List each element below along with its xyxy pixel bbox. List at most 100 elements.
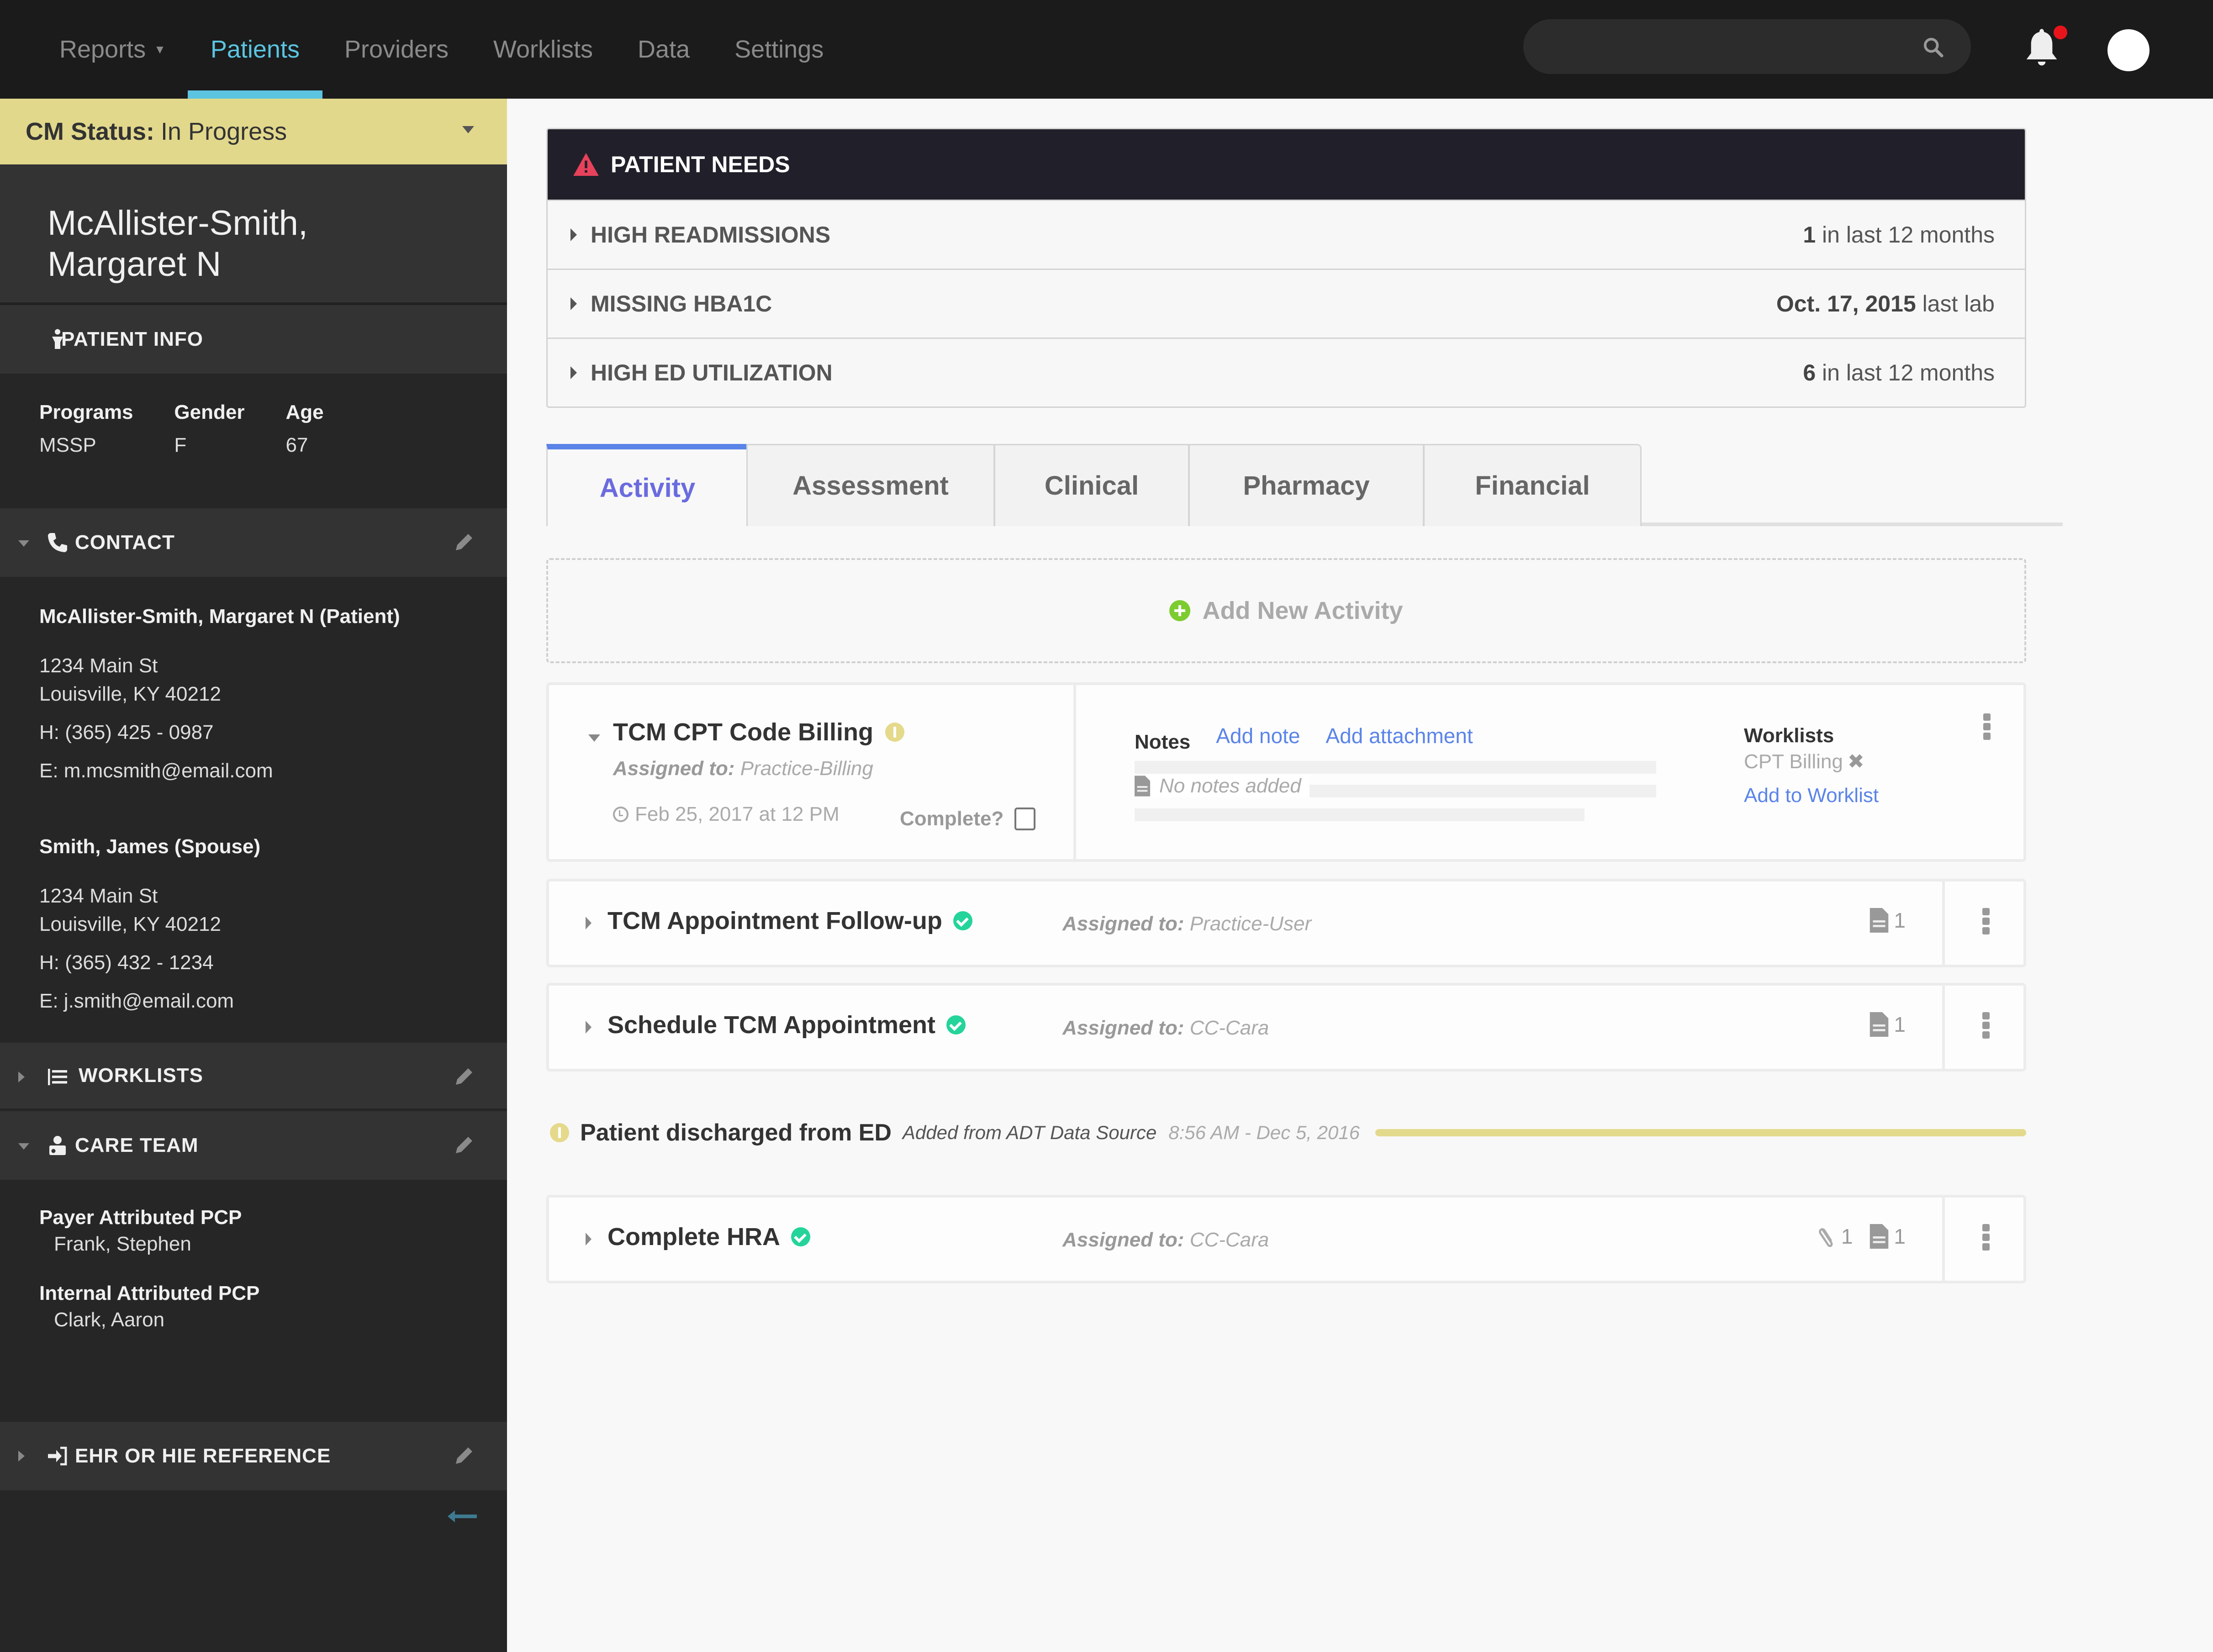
chevron-down-icon[interactable] bbox=[18, 540, 29, 547]
remove-x-icon[interactable]: ✖ bbox=[1848, 750, 1864, 773]
activity-row[interactable]: Schedule TCM Appointment Assigned to: CC… bbox=[546, 983, 2026, 1071]
clock-icon bbox=[613, 807, 629, 822]
programs-value: MSSP bbox=[39, 434, 96, 456]
add-attachment-link[interactable]: Add attachment bbox=[1326, 723, 1473, 748]
notes-count-value: 1 bbox=[1894, 908, 1906, 932]
worklist-tag: CPT Billing ✖ bbox=[1744, 750, 1879, 773]
cm-status-dropdown[interactable]: CM Status: In Progress bbox=[0, 99, 507, 164]
gender-field: Gender F bbox=[174, 401, 244, 508]
nav-providers[interactable]: Providers bbox=[344, 0, 449, 99]
contact-email: E: m.mcsmith@email.com bbox=[39, 760, 273, 782]
activity-title[interactable]: Schedule TCM Appointment bbox=[607, 1011, 966, 1039]
activity-assigned: Assigned to: CC-Cara bbox=[1062, 1017, 1269, 1040]
pencil-icon[interactable] bbox=[453, 1134, 475, 1156]
document-icon bbox=[1870, 908, 1889, 933]
more-options-icon[interactable] bbox=[1981, 1012, 1991, 1041]
nav-worklists[interactable]: Worklists bbox=[493, 0, 593, 99]
complete-checkbox[interactable] bbox=[1014, 808, 1036, 830]
patient-needs-title: PATIENT NEEDS bbox=[611, 152, 790, 177]
nav-data[interactable]: Data bbox=[638, 0, 690, 99]
worklists-label: Worklists bbox=[1744, 724, 1834, 747]
contact-body: McAllister-Smith, Margaret N (Patient) 1… bbox=[0, 577, 507, 1043]
worklists-header[interactable]: WORKLISTS bbox=[0, 1043, 507, 1111]
need-label: HIGH READMISSIONS bbox=[591, 222, 831, 248]
add-note-link[interactable]: Add note bbox=[1216, 723, 1300, 748]
patient-info-title: PATIENT INFO bbox=[61, 328, 204, 350]
tab-activity[interactable]: Activity bbox=[546, 444, 747, 526]
add-to-worklist-link[interactable]: Add to Worklist bbox=[1744, 784, 1879, 807]
search-icon[interactable] bbox=[1923, 37, 1944, 58]
attachments-count: 1 bbox=[1817, 1224, 1853, 1249]
activity-card-expanded: TCM CPT Code Billing Assigned to: Practi… bbox=[546, 682, 2026, 862]
add-new-activity-button[interactable]: Add New Activity bbox=[546, 558, 2026, 663]
main-nav: Reports ▼ Patients Providers Worklists D… bbox=[59, 0, 868, 99]
activity-assigned: Assigned to: Practice-User bbox=[1062, 913, 1311, 935]
need-row[interactable]: HIGH READMISSIONS 1 in last 12 months bbox=[548, 200, 2025, 269]
collapse-sidebar-arrow-icon[interactable] bbox=[448, 1509, 477, 1523]
nav-settings[interactable]: Settings bbox=[734, 0, 824, 99]
chevron-right-icon[interactable] bbox=[586, 1021, 592, 1034]
tab-financial[interactable]: Financial bbox=[1423, 444, 1642, 526]
need-value: Oct. 17, 2015 last lab bbox=[1776, 290, 1995, 317]
nav-patients[interactable]: Patients bbox=[187, 0, 323, 99]
activity-worklists: Worklists CPT Billing ✖ Add to Worklist bbox=[1744, 724, 1879, 807]
chevron-down-icon[interactable] bbox=[588, 734, 600, 742]
search-input[interactable] bbox=[1523, 19, 1971, 74]
ehr-reference-header[interactable]: EHR OR HIE REFERENCE bbox=[0, 1422, 507, 1490]
tab-clinical[interactable]: Clinical bbox=[994, 444, 1189, 526]
warning-triangle-icon bbox=[573, 153, 599, 176]
nav-reports[interactable]: Reports ▼ bbox=[59, 0, 166, 99]
nav-settings-label: Settings bbox=[734, 36, 824, 63]
activity-title[interactable]: Complete HRA bbox=[607, 1223, 811, 1251]
need-value-bold: 6 bbox=[1803, 360, 1816, 385]
caret-down-icon bbox=[462, 126, 474, 133]
ehr-reference-title: EHR OR HIE REFERENCE bbox=[75, 1445, 331, 1467]
more-options-icon[interactable] bbox=[1981, 908, 1991, 937]
age-field: Age 67 bbox=[285, 401, 323, 508]
care-team-header[interactable]: CARE TEAM bbox=[0, 1111, 507, 1180]
notes-count: 1 bbox=[1869, 908, 1906, 933]
nav-reports-label: Reports bbox=[59, 36, 146, 63]
need-row[interactable]: MISSING HBA1C Oct. 17, 2015 last lab bbox=[548, 269, 2025, 338]
pencil-icon[interactable] bbox=[453, 531, 475, 553]
phone-icon bbox=[48, 533, 67, 552]
nav-patients-label: Patients bbox=[210, 36, 300, 63]
chevron-right-icon bbox=[570, 297, 577, 310]
chevron-right-icon[interactable] bbox=[18, 1451, 25, 1462]
patient-name: McAllister-Smith, Margaret N bbox=[0, 164, 507, 305]
worklists-title: WORKLISTS bbox=[79, 1064, 203, 1087]
complete-field: Complete? bbox=[900, 808, 1036, 830]
contact-header[interactable]: CONTACT bbox=[0, 508, 507, 577]
chevron-right-icon[interactable] bbox=[18, 1071, 25, 1082]
activity-title-text: TCM CPT Code Billing bbox=[613, 718, 873, 746]
age-value: 67 bbox=[285, 434, 308, 456]
row-actions bbox=[1942, 881, 2023, 965]
event-title: Patient discharged from ED bbox=[580, 1119, 892, 1146]
tab-pharmacy[interactable]: Pharmacy bbox=[1188, 444, 1424, 526]
chevron-right-icon[interactable] bbox=[586, 1233, 592, 1246]
record-tabs: Activity Assessment Clinical Pharmacy Fi… bbox=[546, 444, 2063, 526]
pencil-icon[interactable] bbox=[453, 1445, 475, 1467]
activity-row[interactable]: TCM Appointment Follow-up Assigned to: P… bbox=[546, 879, 2026, 967]
activity-title[interactable]: TCM CPT Code Billing bbox=[613, 718, 904, 746]
activity-title[interactable]: TCM Appointment Follow-up bbox=[607, 907, 972, 935]
more-options-icon[interactable] bbox=[1981, 1224, 1991, 1253]
user-avatar[interactable] bbox=[2107, 29, 2150, 71]
document-icon bbox=[1870, 1224, 1889, 1249]
tab-assessment[interactable]: Assessment bbox=[746, 444, 995, 526]
chevron-right-icon bbox=[570, 228, 577, 241]
pencil-icon[interactable] bbox=[453, 1066, 475, 1087]
care-name: Frank, Stephen bbox=[54, 1233, 191, 1255]
contact-name: McAllister-Smith, Margaret N (Patient) bbox=[39, 605, 400, 628]
notes-header: Notes Add note Add attachment bbox=[1135, 723, 1499, 754]
timeline-event: Patient discharged from ED Added from AD… bbox=[546, 1119, 2026, 1146]
more-options-icon[interactable] bbox=[1982, 713, 1991, 742]
programs-field: Programs MSSP bbox=[39, 401, 133, 508]
activity-title-text: Schedule TCM Appointment bbox=[607, 1011, 935, 1039]
need-row[interactable]: HIGH ED UTILIZATION 6 in last 12 months bbox=[548, 338, 2025, 406]
age-label: Age bbox=[285, 401, 324, 423]
contact-address1: 1234 Main St bbox=[39, 654, 158, 677]
activity-row[interactable]: Complete HRA Assigned to: CC-Cara 1 1 bbox=[546, 1195, 2026, 1283]
chevron-down-icon[interactable] bbox=[18, 1143, 29, 1150]
chevron-right-icon[interactable] bbox=[586, 917, 592, 929]
